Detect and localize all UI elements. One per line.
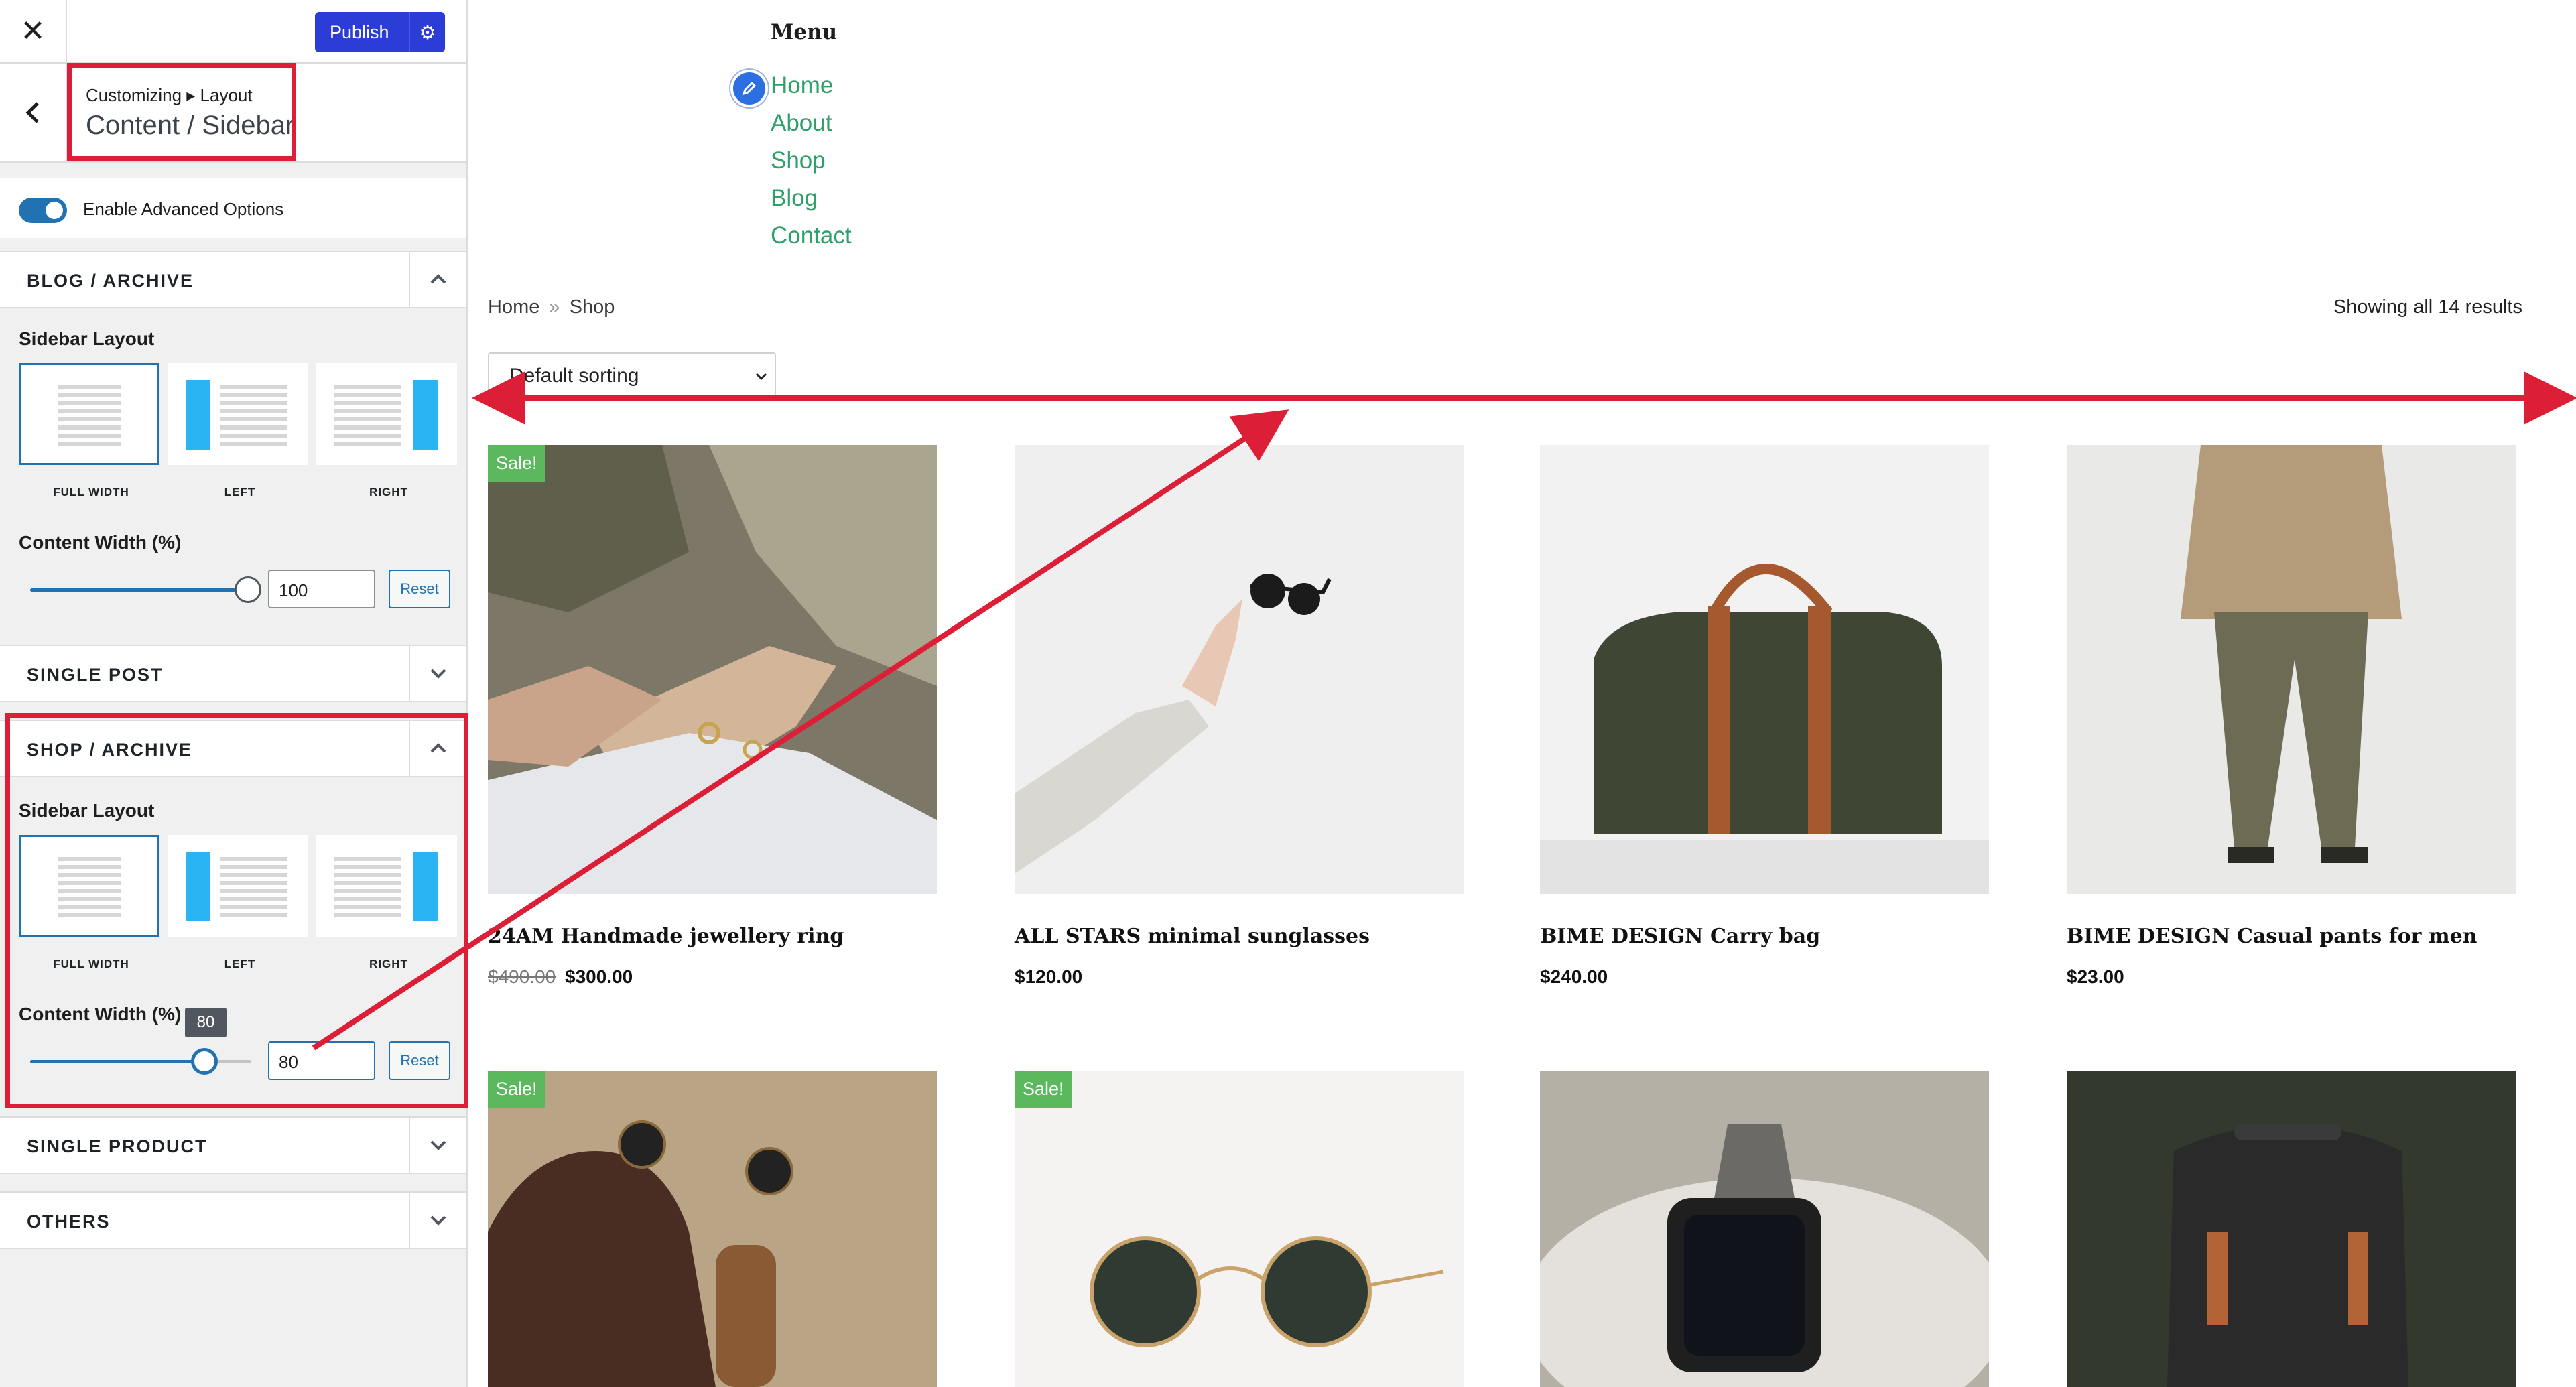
pencil-icon[interactable] [730, 70, 768, 107]
chevron-up-icon[interactable] [409, 252, 466, 307]
accordion-blog-archive[interactable]: BLOG / ARCHIVE [0, 251, 466, 308]
layout-caption: LEFT [224, 486, 256, 499]
content-width-slider[interactable] [30, 588, 251, 592]
menu-item-blog[interactable]: Blog [771, 180, 852, 217]
layout-option-right[interactable]: RIGHT [316, 363, 457, 499]
product-price: $120.00 [1015, 966, 1082, 988]
product-card[interactable] [2067, 1071, 2516, 1387]
product-image[interactable] [1015, 445, 1464, 894]
breadcrumb: Home » Shop [488, 296, 615, 318]
customizer-sidebar: ✕ Publish ⚙ Customizing ▸ Layout Content… [0, 0, 469, 1387]
product-title[interactable]: 24AM Handmade jewellery ring [488, 925, 844, 948]
highlight-box-title [67, 63, 296, 161]
menu-title: Menu [771, 20, 838, 44]
accordion-single-post[interactable]: SINGLE POST [0, 645, 466, 702]
customizer-topbar: ✕ Publish ⚙ [0, 0, 466, 64]
primary-menu: Home About Shop Blog Contact [771, 67, 852, 255]
accordion-others[interactable]: OTHERS [0, 1191, 466, 1249]
menu-item-home[interactable]: Home [771, 67, 852, 105]
sale-badge: Sale! [488, 1071, 545, 1108]
site-preview: Menu Home About Shop Blog Contact Home »… [468, 0, 2576, 1387]
chevron-down-icon[interactable] [409, 1193, 466, 1248]
accordion-single-product[interactable]: SINGLE PRODUCT [0, 1116, 466, 1174]
accordion-title: OTHERS [27, 1211, 111, 1232]
sale-price: $120.00 [1015, 966, 1083, 987]
close-icon[interactable]: ✕ [0, 0, 67, 62]
publish-button[interactable]: Publish ⚙ [315, 12, 445, 52]
highlight-box-shop [5, 713, 469, 1108]
product-title[interactable]: BIME DESIGN Casual pants for men [2067, 925, 2477, 948]
advanced-options-toggle[interactable] [19, 198, 67, 223]
blog-archive-panel: Sidebar Layout FULL WIDTH LEFT RIGHT Con… [0, 308, 466, 641]
product-title[interactable]: BIME DESIGN Carry bag [1540, 925, 1820, 948]
sorting-value: Default sorting [509, 365, 639, 387]
sale-badge: Sale! [488, 445, 545, 482]
sorting-select[interactable]: Default sorting [488, 352, 776, 397]
breadcrumb-current: Shop [569, 296, 615, 318]
layout-caption: RIGHT [369, 486, 408, 499]
menu-item-shop[interactable]: Shop [771, 142, 852, 180]
sidebar-layout-options: FULL WIDTH LEFT RIGHT [19, 363, 457, 499]
product-image[interactable] [1015, 1071, 1464, 1387]
chevron-down-icon[interactable] [409, 1118, 466, 1173]
layout-caption: FULL WIDTH [53, 486, 129, 499]
product-image[interactable] [1540, 445, 1989, 894]
product-card[interactable] [1540, 1071, 1989, 1387]
product-image[interactable] [2067, 445, 2516, 894]
product-card[interactable]: Sale! [1015, 1071, 1464, 1387]
product-image[interactable] [488, 445, 937, 894]
slider-handle[interactable] [235, 576, 261, 603]
breadcrumb-home[interactable]: Home [488, 296, 539, 318]
product-image[interactable] [1540, 1071, 1989, 1387]
publish-label: Publish [330, 21, 389, 42]
product-price: $240.00 [1540, 966, 1608, 988]
product-image[interactable] [2067, 1071, 2516, 1387]
sidebar-layout-label: Sidebar Layout [19, 328, 155, 349]
advanced-options-row: Enable Advanced Options [0, 178, 466, 238]
layout-option-left[interactable]: LEFT [168, 363, 308, 499]
sale-price: $240.00 [1540, 966, 1608, 987]
original-price: $490.00 [488, 966, 556, 987]
content-width-control: 100 Reset [30, 570, 459, 610]
product-title[interactable]: ALL STARS minimal sunglasses [1015, 925, 1370, 948]
breadcrumb-separator: » [549, 296, 560, 318]
gear-icon[interactable]: ⚙ [409, 12, 445, 52]
accordion-title: SINGLE PRODUCT [27, 1136, 208, 1157]
sale-badge: Sale! [1015, 1071, 1072, 1108]
reset-button[interactable]: Reset [389, 570, 450, 608]
result-count: Showing all 14 results [2333, 296, 2522, 318]
back-icon[interactable] [0, 64, 67, 161]
accordion-title: BLOG / ARCHIVE [27, 271, 194, 291]
advanced-options-label: Enable Advanced Options [83, 199, 284, 219]
product-price: $490.00 $300.00 [488, 966, 633, 988]
sale-price: $23.00 [2067, 966, 2124, 987]
menu-item-about[interactable]: About [771, 105, 852, 142]
chevron-down-icon[interactable] [409, 646, 466, 701]
accordion-title: SINGLE POST [27, 665, 164, 685]
chevron-down-icon [753, 367, 769, 390]
content-width-label: Content Width (%) [19, 532, 182, 553]
layout-option-full-width[interactable]: FULL WIDTH [19, 363, 159, 499]
product-image[interactable] [488, 1071, 937, 1387]
content-width-input[interactable]: 100 [268, 570, 375, 608]
menu-item-contact[interactable]: Contact [771, 217, 852, 255]
product-price: $23.00 [2067, 966, 2124, 988]
product-card[interactable]: Sale! [488, 1071, 937, 1387]
sale-price: $300.00 [565, 966, 633, 987]
